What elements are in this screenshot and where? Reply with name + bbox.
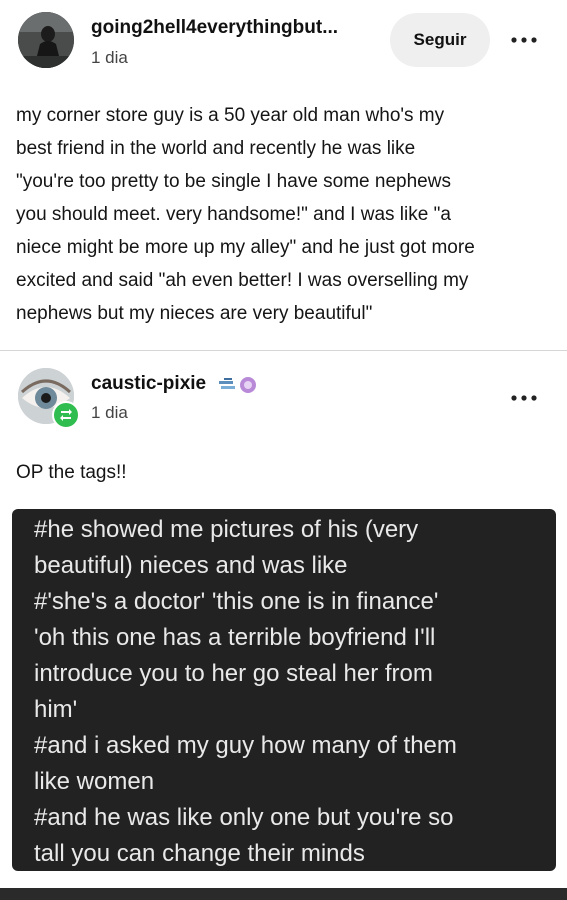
post-time: 1 dia [91,403,128,422]
blog-badges-icon [218,375,258,395]
tag[interactable]: #and i asked my guy how many of them lik… [34,728,544,800]
tag[interactable]: #and he was like only one but you're so … [34,800,544,872]
more-options-icon[interactable] [507,30,541,50]
post-reblog: caustic-pixie 1 dia OP the tags!! #he sh… [0,351,567,890]
tags-box: #he showed me pictures of his (very beau… [12,509,556,871]
reblog-icon [52,401,80,429]
avatar[interactable] [18,12,74,68]
post-original: going2hell4everythingbut... 1 dia Seguir… [0,0,567,350]
username[interactable]: going2hell4everythingbut... [91,17,338,39]
tags-list: #he showed me pictures of his (very beau… [34,512,544,872]
bottom-bar [0,888,567,900]
username[interactable]: caustic-pixie [91,373,206,395]
more-options-icon[interactable] [507,388,541,408]
tag[interactable]: #he showed me pictures of his (very beau… [34,512,544,584]
avatar-image [18,12,74,68]
post-time: 1 dia [91,48,128,67]
post-body: OP the tags!! [16,462,127,483]
tag[interactable]: #'she's a doctor' 'this one is in financ… [34,584,544,728]
post-body: my corner store guy is a 50 year old man… [16,105,475,324]
follow-button[interactable]: Seguir [390,13,490,67]
